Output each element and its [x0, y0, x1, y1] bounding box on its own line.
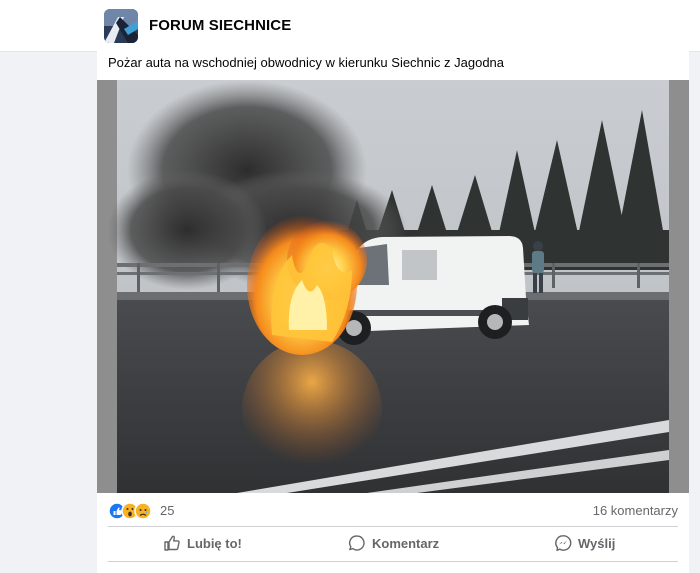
reaction-icons[interactable] — [108, 501, 158, 521]
post-photo[interactable] — [97, 80, 689, 493]
like-button[interactable]: Lubię to! — [163, 529, 242, 557]
messenger-icon — [555, 535, 572, 552]
reactions-summary: 25 16 komentarzy — [108, 501, 678, 521]
like-button-label: Lubię to! — [187, 535, 242, 551]
burning-van-photo — [97, 80, 689, 493]
group-logo-icon — [104, 9, 138, 43]
comments-count[interactable]: 16 komentarzy — [593, 503, 678, 518]
group-name[interactable]: FORUM SIECHNICE — [149, 17, 291, 34]
group-avatar[interactable] — [104, 9, 138, 43]
comment-button-label: Komentarz — [372, 535, 440, 551]
share-button-label: Wyślij — [578, 535, 616, 551]
share-button[interactable]: Wyślij — [554, 529, 615, 557]
comment-icon — [348, 535, 365, 551]
post-text: Pożar auta na wschodniej obwodnicy w kie… — [108, 55, 505, 70]
post-actions: Lubię to! Komentarz Wyślij — [108, 529, 678, 557]
divider — [108, 561, 678, 562]
thumbs-up-icon — [164, 535, 180, 551]
divider — [108, 526, 678, 527]
group-header: FORUM SIECHNICE — [0, 0, 700, 52]
sad-icon — [134, 502, 152, 520]
reactions-count[interactable]: 25 — [160, 503, 174, 518]
post-card: Pożar auta na wschodniej obwodnicy w kie… — [97, 51, 689, 573]
comment-button[interactable]: Komentarz — [348, 529, 439, 557]
